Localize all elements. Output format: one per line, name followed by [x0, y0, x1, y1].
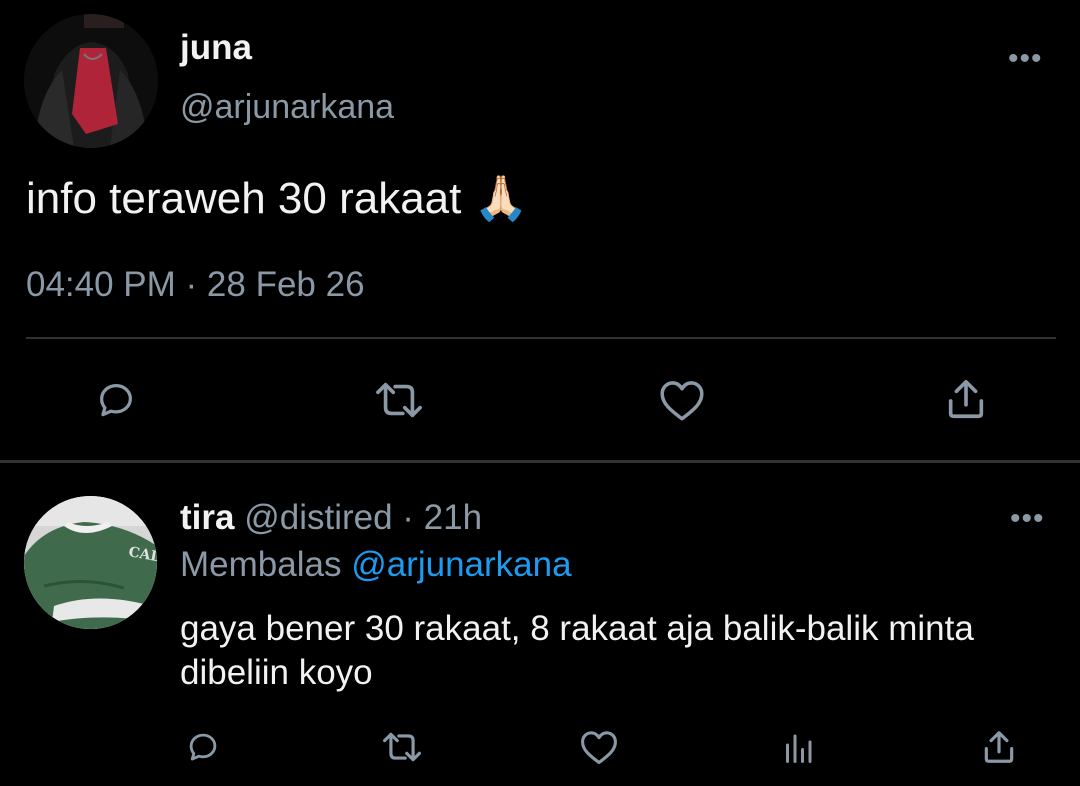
replying-to: Membalas @arjunarkana — [180, 545, 572, 585]
reply-author-avatar[interactable]: CALIF — [24, 496, 157, 629]
reply-text: gaya bener 30 rakaat, 8 rakaat aja balik… — [180, 609, 974, 692]
reply-author-handle[interactable]: @distired — [244, 498, 392, 537]
author-name[interactable]: juna — [180, 28, 252, 68]
tweet-text: info teraweh 30 rakaat 🙏🏻 — [26, 174, 529, 223]
reply-reply-button[interactable] — [180, 725, 226, 769]
retweet-icon — [383, 732, 421, 762]
reply-like-button[interactable] — [576, 726, 622, 768]
like-icon — [660, 381, 704, 421]
reply-analytics-button[interactable] — [776, 726, 820, 770]
like-icon — [581, 731, 617, 765]
replying-prefix: Membalas — [180, 545, 342, 584]
reply-retweet-button[interactable] — [378, 726, 426, 768]
avatar-photo: CALIF — [24, 496, 157, 629]
tweet-timestamp[interactable]: 04:40 PM · 28 Feb 26 — [26, 265, 365, 305]
reply-author-name[interactable]: tira — [180, 498, 234, 537]
section-divider — [0, 460, 1080, 463]
avatar-photo — [24, 14, 158, 148]
author-avatar[interactable] — [24, 14, 158, 148]
reply-icon — [99, 383, 133, 417]
share-icon — [948, 379, 984, 419]
reply-icon — [189, 733, 217, 761]
reply-button[interactable] — [88, 374, 144, 426]
divider — [26, 337, 1056, 339]
author-handle[interactable]: @arjunarkana — [180, 88, 394, 127]
reply-header: tira @distired · 21h — [180, 498, 482, 538]
reply-time[interactable]: · 21h — [402, 498, 482, 537]
retweet-icon — [376, 382, 422, 418]
reply-more-options-button[interactable]: ••• — [1010, 504, 1045, 534]
share-button[interactable] — [938, 372, 994, 426]
analytics-icon — [786, 734, 812, 763]
like-button[interactable] — [654, 374, 710, 426]
replying-mention-link[interactable]: @arjunarkana — [351, 545, 571, 584]
more-options-button[interactable]: ••• — [1008, 44, 1043, 74]
reply-share-button[interactable] — [976, 724, 1022, 770]
share-icon — [984, 731, 1014, 763]
retweet-button[interactable] — [370, 376, 428, 424]
